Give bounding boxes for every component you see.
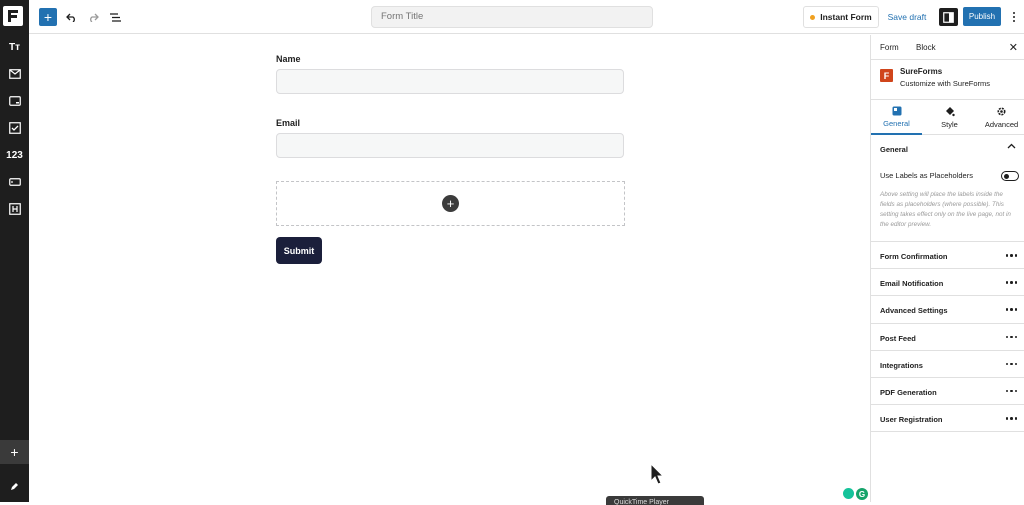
email-field-input[interactable] [276,133,624,158]
add-block-plus-icon[interactable]: + [442,195,459,212]
input-icon [8,178,21,186]
section-title: PDF Generation [880,387,937,397]
general-section-title: General [880,145,908,154]
rail-item-heading[interactable] [0,198,29,220]
name-field-input[interactable] [276,69,624,94]
save-draft-button[interactable]: Save draft [887,6,927,28]
section-title: User Registration [880,415,943,425]
editor-app: Tт 123 + + Form Title Instant Form Save … [0,0,1024,505]
sidebar-panel-icon [943,11,954,23]
block-appender[interactable]: + [276,181,625,226]
grammarly-icon: G [856,488,868,500]
status-dot-icon [810,14,816,20]
general-section-header[interactable]: General [871,135,1024,162]
paint-bucket-icon [946,107,955,117]
pencil-icon [11,482,18,490]
labels-as-placeholders-help: Above setting will place the labels insi… [871,190,1024,242]
list-view-icon [109,12,121,22]
form-title-input[interactable]: Form Title [371,6,653,28]
gear-icon [997,107,1006,116]
text-type-icon: Tт [8,41,20,53]
chevron-up-icon [1007,143,1016,149]
general-icon [892,106,901,115]
heading-icon [8,203,21,215]
add-block-button[interactable]: + [39,8,57,26]
sureforms-logo-icon[interactable] [3,6,23,26]
section-form-confirmation[interactable]: Form Confirmation [871,242,1024,270]
grammarly-bulb-icon [843,488,854,499]
options-menu-icon[interactable] [1009,8,1019,26]
rail-item-input[interactable] [0,171,29,193]
rail-item-number[interactable]: 123 [0,144,29,166]
section-advanced-settings[interactable]: Advanced Settings [871,296,1024,324]
more-options-icon[interactable] [1005,335,1017,339]
mouse-cursor-icon [650,463,664,485]
plus-icon: + [43,9,53,25]
grammarly-widget[interactable]: G [843,488,868,500]
rail-item-checkbox[interactable] [0,117,29,139]
subtab-advanced[interactable]: Advanced [976,100,1024,135]
section-title: Advanced Settings [880,306,948,316]
settings-sidebar: Form Block ✕ F SureForms Customize with … [870,35,1024,502]
more-options-icon[interactable] [1005,254,1017,257]
name-field-label: Name [276,54,301,64]
redo-icon [89,13,99,22]
instant-form-button[interactable]: Instant Form [803,6,879,28]
more-options-icon[interactable] [1005,281,1017,284]
section-title: Post Feed [880,333,916,343]
tab-form[interactable]: Form [880,43,899,52]
brand-name: SureForms [900,67,943,76]
subtab-style[interactable]: Style [924,100,975,135]
section-title: Integrations [880,360,923,370]
section-integrations[interactable]: Integrations [871,351,1024,378]
document-overview-button[interactable] [107,8,123,26]
sureforms-brand-panel: F SureForms Customize with SureForms [871,60,1024,100]
labels-as-placeholders-label: Use Labels as Placeholders [880,171,973,180]
dock-tooltip: QuickTime Player [606,496,704,505]
section-email-notification[interactable]: Email Notification [871,269,1024,297]
rail-edit-button[interactable] [0,476,29,496]
card-icon [8,96,21,106]
subtab-general-label: General [883,118,910,128]
more-options-icon[interactable] [1005,389,1017,393]
rail-add-block-button[interactable]: + [0,440,29,464]
close-icon[interactable]: ✕ [1009,41,1018,54]
tab-block[interactable]: Block [916,43,936,52]
undo-icon [65,13,75,22]
form-canvas: Name Email + Submit [29,35,870,502]
more-options-icon[interactable] [1005,308,1017,311]
subtab-general[interactable]: General [871,100,922,135]
number-icon: 123 [6,149,23,161]
submit-button[interactable]: Submit [276,237,322,264]
more-options-icon[interactable] [1005,362,1017,366]
more-options-icon[interactable] [1005,417,1017,420]
sureforms-brand-icon: F [880,69,893,82]
rail-item-email[interactable] [0,63,29,85]
section-title: Email Notification [880,279,944,289]
brand-subtitle: Customize with SureForms [900,79,991,88]
undo-button[interactable] [63,8,79,26]
subtab-advanced-label: Advanced [984,120,1019,129]
settings-subtabs: General Style Advanced [871,100,1024,135]
checkbox-icon [8,122,21,134]
section-pdf-generation[interactable]: PDF Generation [871,378,1024,406]
block-rail: Tт 123 + [0,0,29,502]
rail-item-text[interactable]: Tт [0,36,29,58]
mail-icon [8,69,21,79]
sidebar-tabs: Form Block ✕ [871,35,1024,60]
labels-as-placeholders-toggle[interactable] [1001,171,1019,181]
section-user-registration[interactable]: User Registration [871,405,1024,433]
rail-item-card[interactable] [0,90,29,112]
subtab-style-label: Style [941,120,958,129]
redo-button[interactable] [85,8,101,26]
publish-button[interactable]: Publish [963,7,1001,26]
labels-as-placeholders-row: Use Labels as Placeholders [871,162,1024,190]
section-post-feed[interactable]: Post Feed [871,324,1024,351]
settings-panel-toggle[interactable] [939,8,958,26]
plus-icon: + [10,444,19,460]
email-field-label: Email [276,118,301,128]
editor-toolbar: + Form Title Instant Form Save draft Pub… [29,0,1024,34]
section-title: Form Confirmation [880,252,948,261]
instant-form-label: Instant Form [820,12,872,22]
